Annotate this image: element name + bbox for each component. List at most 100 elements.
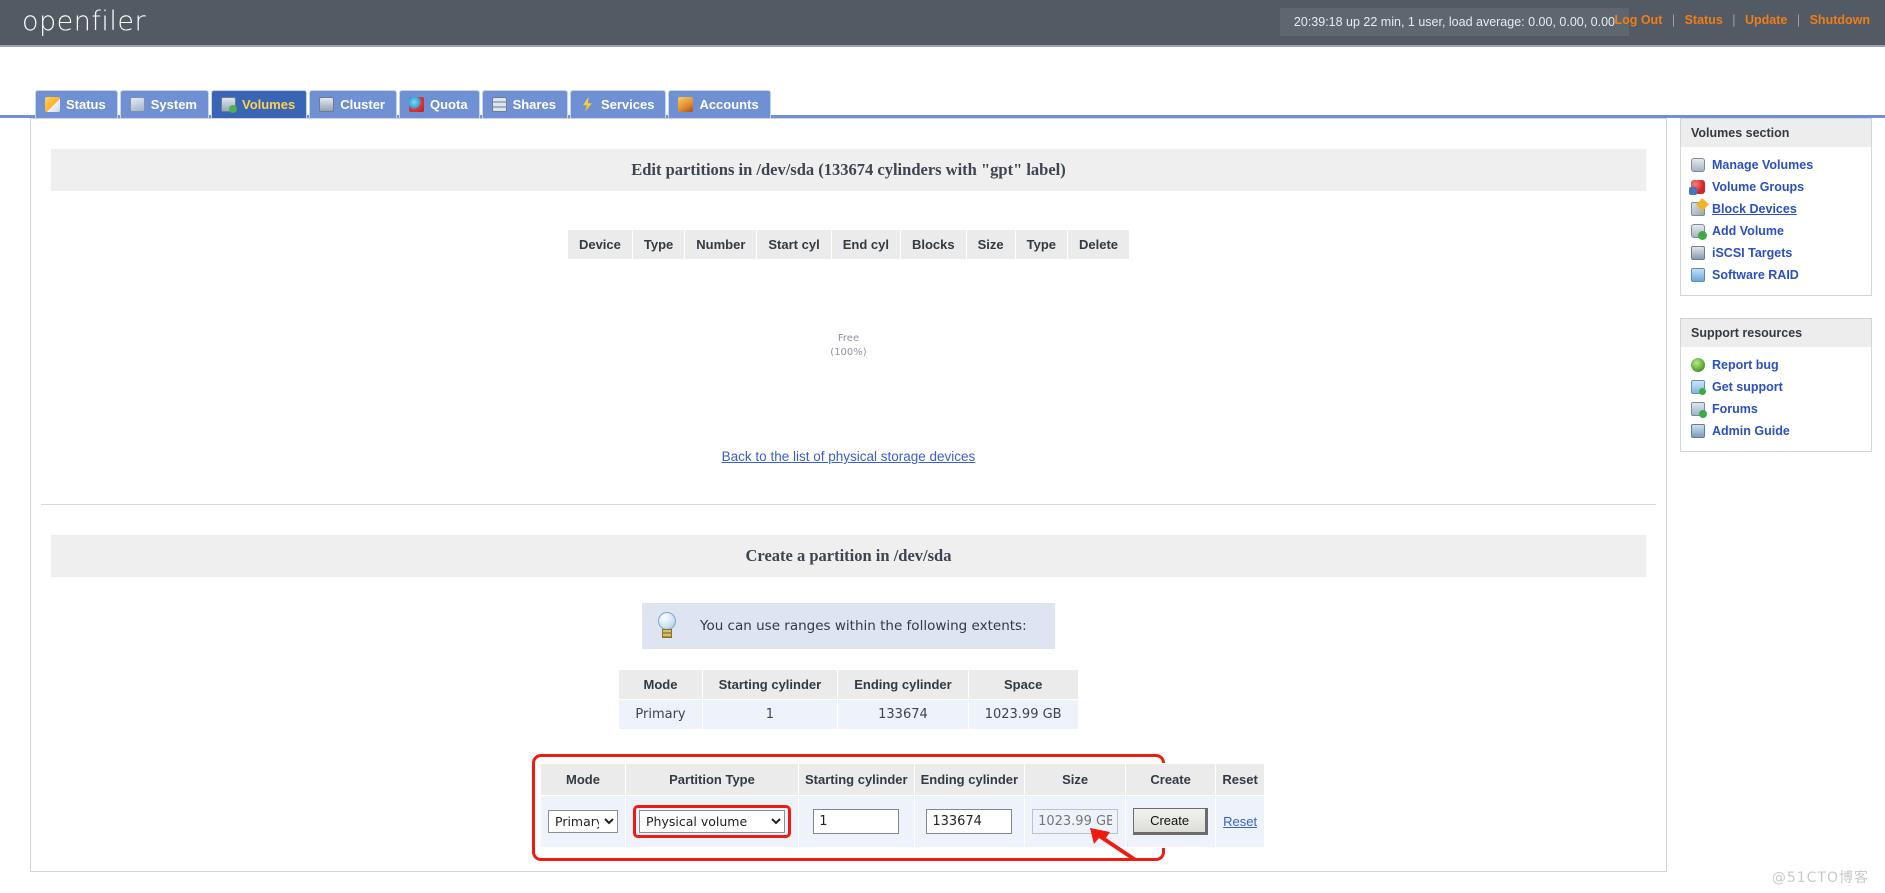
sidebar-item-forums[interactable]: Forums [1681, 398, 1871, 420]
tab-status[interactable]: Status [35, 90, 118, 118]
drive-icon [1691, 158, 1705, 172]
cell-end-input [913, 795, 1026, 848]
free-space-label: Free (100%) [31, 332, 1666, 359]
sidebar-item-report-bug[interactable]: Report bug [1681, 354, 1871, 376]
drive-add-icon [1691, 224, 1707, 240]
table-header-row: Device Type Number Start cyl End cyl Blo… [566, 229, 1131, 260]
size-input[interactable] [1032, 809, 1119, 834]
tab-label: System [150, 97, 197, 112]
section-divider [41, 504, 1656, 505]
tab-label: Cluster [340, 97, 385, 112]
col-starting-cyl: Starting cylinder [798, 763, 915, 796]
sidebar-item-label[interactable]: Forums [1712, 402, 1758, 416]
col-ending-cyl: Ending cylinder [913, 763, 1026, 796]
watermark: @51CTO博客 [1771, 870, 1869, 886]
sidebar-item-add-volume[interactable]: Add Volume [1681, 220, 1871, 242]
sidebar-item-label[interactable]: Volume Groups [1712, 180, 1804, 194]
main-navigation-bar: Status System Volumes Cluster Quota Shar… [0, 47, 1885, 118]
tab-label: Services [600, 97, 655, 112]
status-link[interactable]: Status [1684, 13, 1724, 27]
group-icon [1689, 180, 1705, 195]
weather-status-icon [45, 97, 60, 112]
back-to-storage-devices-link[interactable]: Back to the list of physical storage dev… [722, 449, 976, 464]
tab-accounts[interactable]: Accounts [668, 90, 771, 118]
table-row: Primary 1 133674 1023.99 GB [618, 699, 1079, 730]
tab-quota[interactable]: Quota [399, 90, 480, 118]
ending-cylinder-input[interactable] [926, 809, 1013, 834]
col-partition-type: Partition Type [625, 763, 799, 796]
cell-start: 1 [701, 699, 839, 730]
cell-mode-select: Primary Extended Logical [540, 795, 626, 848]
book-icon [1691, 424, 1705, 438]
sidebar-item-label[interactable]: Report bug [1712, 358, 1779, 372]
stack-shares-icon [491, 97, 507, 112]
log-out-link[interactable]: Log Out [1613, 13, 1663, 27]
partitions-table-wrap: Device Type Number Start cyl End cyl Blo… [31, 229, 1666, 260]
tab-label: Quota [430, 97, 468, 112]
sidebar-item-software-raid[interactable]: Software RAID [1681, 264, 1871, 286]
col-start-cyl: Start cyl [756, 229, 832, 260]
cell-end: 133674 [837, 699, 969, 730]
update-link[interactable]: Update [1744, 13, 1788, 27]
sidebar-item-get-support[interactable]: Get support [1681, 376, 1871, 398]
partition-type-select[interactable]: Physical volume Extended partition RAID … [639, 810, 785, 833]
free-space-percent: (100%) [830, 346, 867, 358]
raid-icon [1691, 268, 1705, 282]
col-delete: Delete [1066, 229, 1131, 260]
create-button[interactable]: Create [1133, 808, 1209, 835]
header-links: Log Out | Status | Update | Shutdown [1613, 13, 1871, 27]
partitions-table: Device Type Number Start cyl End cyl Blo… [566, 229, 1131, 260]
edit-block-icon [1691, 202, 1705, 216]
sidebar-item-block-devices[interactable]: Block Devices [1681, 198, 1871, 220]
col-space: Space [967, 669, 1079, 700]
sidebar-item-volume-groups[interactable]: Volume Groups [1681, 176, 1871, 198]
sidebar-item-iscsi-targets[interactable]: iSCSI Targets [1681, 242, 1871, 264]
sidebar-item-label[interactable]: Admin Guide [1712, 424, 1790, 438]
support-icon [1691, 380, 1706, 395]
disk-usage-graph: Free (100%) [31, 260, 1666, 448]
sidebar-item-manage-volumes[interactable]: Manage Volumes [1681, 154, 1871, 176]
form-row: Primary Extended Logical Physical volume [540, 795, 1266, 848]
support-resources-title: Support resources [1681, 319, 1871, 347]
sidebar-item-label[interactable]: Add Volume [1712, 224, 1784, 238]
sidebar-item-label[interactable]: Manage Volumes [1712, 158, 1813, 172]
starting-cylinder-input[interactable] [813, 809, 900, 834]
tab-cluster[interactable]: Cluster [309, 90, 397, 118]
tab-services[interactable]: Services [569, 90, 667, 118]
create-partition-section: Create a partition in /dev/sda You can u… [31, 535, 1666, 871]
forum-icon [1691, 402, 1707, 418]
reset-link[interactable]: Reset [1223, 814, 1257, 829]
hint-box: You can use ranges within the following … [642, 603, 1055, 649]
lightbulb-icon [656, 612, 678, 640]
bug-icon [1691, 358, 1705, 372]
tab-label: Status [66, 97, 106, 112]
sidebar-item-label[interactable]: Software RAID [1712, 268, 1799, 282]
cell-space: 1023.99 GB [967, 699, 1079, 730]
tab-shares[interactable]: Shares [481, 90, 568, 118]
tab-label: Accounts [699, 97, 759, 112]
sidebar-item-label[interactable]: Block Devices [1712, 202, 1797, 216]
link-separator-1: | [1671, 13, 1676, 27]
tab-system[interactable]: System [119, 90, 209, 118]
col-type-2: Type [1014, 229, 1069, 260]
create-partition-form: Mode Partition Type Starting cylinder En… [540, 763, 1266, 848]
sidebar-item-label[interactable]: Get support [1712, 380, 1783, 394]
mode-select[interactable]: Primary Extended Logical [548, 810, 618, 833]
shutdown-link[interactable]: Shutdown [1809, 13, 1871, 27]
lightning-services-icon [582, 97, 592, 112]
col-blocks: Blocks [899, 229, 967, 260]
pie-quota-icon [409, 97, 424, 112]
people-accounts-icon [678, 97, 694, 112]
edit-partitions-title: Edit partitions in /dev/sda (133674 cyli… [51, 149, 1646, 191]
sidebar-item-label[interactable]: iSCSI Targets [1712, 246, 1792, 260]
tab-volumes[interactable]: Volumes [210, 90, 308, 118]
top-header-bar: openfiler 20:39:18 up 22 min, 1 user, lo… [0, 0, 1885, 47]
col-reset: Reset [1215, 763, 1266, 796]
cell-mode: Primary [618, 699, 703, 730]
server-icon [1691, 246, 1705, 260]
right-sidebar: Volumes section Manage Volumes Volume Gr… [1680, 118, 1872, 474]
volumes-section-box: Volumes section Manage Volumes Volume Gr… [1680, 118, 1872, 296]
sidebar-item-admin-guide[interactable]: Admin Guide [1681, 420, 1871, 442]
cell-start-input [798, 795, 915, 848]
disk-volumes-icon [220, 97, 237, 113]
